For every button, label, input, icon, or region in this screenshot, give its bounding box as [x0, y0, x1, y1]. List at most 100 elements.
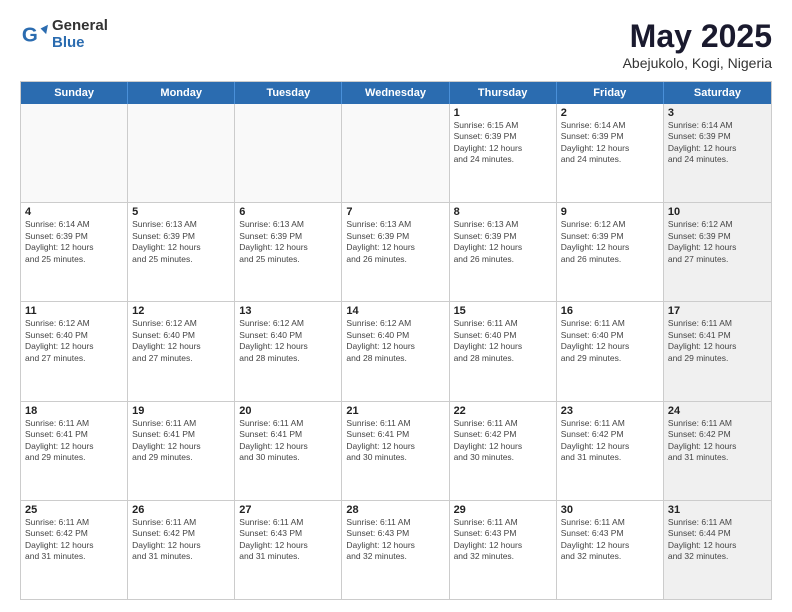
header-day-monday: Monday — [128, 82, 235, 104]
day-number: 7 — [346, 206, 444, 218]
cell-info: Sunrise: 6:11 AM Sunset: 6:41 PM Dayligh… — [668, 318, 767, 364]
header-day-wednesday: Wednesday — [342, 82, 449, 104]
cal-cell-empty-0 — [21, 104, 128, 202]
day-number: 2 — [561, 107, 659, 119]
cell-info: Sunrise: 6:13 AM Sunset: 6:39 PM Dayligh… — [239, 219, 337, 265]
cal-cell-26: 26Sunrise: 6:11 AM Sunset: 6:42 PM Dayli… — [128, 501, 235, 599]
calendar-row-1: 4Sunrise: 6:14 AM Sunset: 6:39 PM Daylig… — [21, 203, 771, 302]
cal-cell-24: 24Sunrise: 6:11 AM Sunset: 6:42 PM Dayli… — [664, 402, 771, 500]
cal-cell-22: 22Sunrise: 6:11 AM Sunset: 6:42 PM Dayli… — [450, 402, 557, 500]
cell-info: Sunrise: 6:13 AM Sunset: 6:39 PM Dayligh… — [132, 219, 230, 265]
day-number: 6 — [239, 206, 337, 218]
cell-info: Sunrise: 6:11 AM Sunset: 6:43 PM Dayligh… — [561, 517, 659, 563]
day-number: 23 — [561, 405, 659, 417]
title-section: May 2025 Abejukolo, Kogi, Nigeria — [623, 18, 772, 71]
cal-cell-16: 16Sunrise: 6:11 AM Sunset: 6:40 PM Dayli… — [557, 302, 664, 400]
cell-info: Sunrise: 6:14 AM Sunset: 6:39 PM Dayligh… — [668, 120, 767, 166]
cell-info: Sunrise: 6:12 AM Sunset: 6:39 PM Dayligh… — [561, 219, 659, 265]
cell-info: Sunrise: 6:12 AM Sunset: 6:40 PM Dayligh… — [25, 318, 123, 364]
logo-general-text: General — [52, 18, 108, 35]
day-number: 17 — [668, 305, 767, 317]
cal-cell-2: 2Sunrise: 6:14 AM Sunset: 6:39 PM Daylig… — [557, 104, 664, 202]
cal-cell-5: 5Sunrise: 6:13 AM Sunset: 6:39 PM Daylig… — [128, 203, 235, 301]
cal-cell-3: 3Sunrise: 6:14 AM Sunset: 6:39 PM Daylig… — [664, 104, 771, 202]
header-day-saturday: Saturday — [664, 82, 771, 104]
day-number: 21 — [346, 405, 444, 417]
cal-cell-11: 11Sunrise: 6:12 AM Sunset: 6:40 PM Dayli… — [21, 302, 128, 400]
logo-text: General Blue — [52, 18, 108, 51]
svg-text:G: G — [22, 23, 38, 46]
cell-info: Sunrise: 6:11 AM Sunset: 6:42 PM Dayligh… — [454, 418, 552, 464]
day-number: 20 — [239, 405, 337, 417]
cell-info: Sunrise: 6:14 AM Sunset: 6:39 PM Dayligh… — [25, 219, 123, 265]
day-number: 11 — [25, 305, 123, 317]
day-number: 5 — [132, 206, 230, 218]
calendar-row-4: 25Sunrise: 6:11 AM Sunset: 6:42 PM Dayli… — [21, 501, 771, 599]
cal-cell-17: 17Sunrise: 6:11 AM Sunset: 6:41 PM Dayli… — [664, 302, 771, 400]
cell-info: Sunrise: 6:11 AM Sunset: 6:41 PM Dayligh… — [25, 418, 123, 464]
day-number: 31 — [668, 504, 767, 516]
cal-cell-10: 10Sunrise: 6:12 AM Sunset: 6:39 PM Dayli… — [664, 203, 771, 301]
cal-cell-28: 28Sunrise: 6:11 AM Sunset: 6:43 PM Dayli… — [342, 501, 449, 599]
cell-info: Sunrise: 6:11 AM Sunset: 6:40 PM Dayligh… — [454, 318, 552, 364]
cell-info: Sunrise: 6:11 AM Sunset: 6:42 PM Dayligh… — [561, 418, 659, 464]
cal-cell-23: 23Sunrise: 6:11 AM Sunset: 6:42 PM Dayli… — [557, 402, 664, 500]
cal-cell-27: 27Sunrise: 6:11 AM Sunset: 6:43 PM Dayli… — [235, 501, 342, 599]
day-number: 3 — [668, 107, 767, 119]
cell-info: Sunrise: 6:11 AM Sunset: 6:41 PM Dayligh… — [239, 418, 337, 464]
month-title: May 2025 — [623, 18, 772, 55]
day-number: 16 — [561, 305, 659, 317]
day-number: 28 — [346, 504, 444, 516]
day-number: 30 — [561, 504, 659, 516]
header-day-friday: Friday — [557, 82, 664, 104]
cell-info: Sunrise: 6:15 AM Sunset: 6:39 PM Dayligh… — [454, 120, 552, 166]
cal-cell-31: 31Sunrise: 6:11 AM Sunset: 6:44 PM Dayli… — [664, 501, 771, 599]
logo-blue-text: Blue — [52, 35, 108, 52]
day-number: 4 — [25, 206, 123, 218]
header: G General Blue May 2025 Abejukolo, Kogi,… — [20, 18, 772, 71]
cal-cell-9: 9Sunrise: 6:12 AM Sunset: 6:39 PM Daylig… — [557, 203, 664, 301]
cell-info: Sunrise: 6:11 AM Sunset: 6:43 PM Dayligh… — [454, 517, 552, 563]
cal-cell-29: 29Sunrise: 6:11 AM Sunset: 6:43 PM Dayli… — [450, 501, 557, 599]
cell-info: Sunrise: 6:13 AM Sunset: 6:39 PM Dayligh… — [454, 219, 552, 265]
cal-cell-25: 25Sunrise: 6:11 AM Sunset: 6:42 PM Dayli… — [21, 501, 128, 599]
calendar-row-2: 11Sunrise: 6:12 AM Sunset: 6:40 PM Dayli… — [21, 302, 771, 401]
day-number: 27 — [239, 504, 337, 516]
cell-info: Sunrise: 6:11 AM Sunset: 6:41 PM Dayligh… — [346, 418, 444, 464]
day-number: 24 — [668, 405, 767, 417]
cal-cell-6: 6Sunrise: 6:13 AM Sunset: 6:39 PM Daylig… — [235, 203, 342, 301]
cal-cell-4: 4Sunrise: 6:14 AM Sunset: 6:39 PM Daylig… — [21, 203, 128, 301]
cell-info: Sunrise: 6:11 AM Sunset: 6:42 PM Dayligh… — [132, 517, 230, 563]
header-day-sunday: Sunday — [21, 82, 128, 104]
calendar-row-3: 18Sunrise: 6:11 AM Sunset: 6:41 PM Dayli… — [21, 402, 771, 501]
cal-cell-20: 20Sunrise: 6:11 AM Sunset: 6:41 PM Dayli… — [235, 402, 342, 500]
cal-cell-1: 1Sunrise: 6:15 AM Sunset: 6:39 PM Daylig… — [450, 104, 557, 202]
cell-info: Sunrise: 6:14 AM Sunset: 6:39 PM Dayligh… — [561, 120, 659, 166]
location: Abejukolo, Kogi, Nigeria — [623, 55, 772, 71]
day-number: 1 — [454, 107, 552, 119]
cal-cell-14: 14Sunrise: 6:12 AM Sunset: 6:40 PM Dayli… — [342, 302, 449, 400]
cal-cell-7: 7Sunrise: 6:13 AM Sunset: 6:39 PM Daylig… — [342, 203, 449, 301]
header-day-thursday: Thursday — [450, 82, 557, 104]
cal-cell-15: 15Sunrise: 6:11 AM Sunset: 6:40 PM Dayli… — [450, 302, 557, 400]
day-number: 15 — [454, 305, 552, 317]
cell-info: Sunrise: 6:13 AM Sunset: 6:39 PM Dayligh… — [346, 219, 444, 265]
day-number: 29 — [454, 504, 552, 516]
cal-cell-18: 18Sunrise: 6:11 AM Sunset: 6:41 PM Dayli… — [21, 402, 128, 500]
header-day-tuesday: Tuesday — [235, 82, 342, 104]
calendar-row-0: 1Sunrise: 6:15 AM Sunset: 6:39 PM Daylig… — [21, 104, 771, 203]
calendar-body: 1Sunrise: 6:15 AM Sunset: 6:39 PM Daylig… — [21, 104, 771, 599]
cal-cell-8: 8Sunrise: 6:13 AM Sunset: 6:39 PM Daylig… — [450, 203, 557, 301]
cal-cell-empty-1 — [128, 104, 235, 202]
day-number: 26 — [132, 504, 230, 516]
cal-cell-empty-2 — [235, 104, 342, 202]
cell-info: Sunrise: 6:11 AM Sunset: 6:42 PM Dayligh… — [25, 517, 123, 563]
cell-info: Sunrise: 6:11 AM Sunset: 6:41 PM Dayligh… — [132, 418, 230, 464]
day-number: 25 — [25, 504, 123, 516]
day-number: 18 — [25, 405, 123, 417]
cal-cell-30: 30Sunrise: 6:11 AM Sunset: 6:43 PM Dayli… — [557, 501, 664, 599]
cal-cell-19: 19Sunrise: 6:11 AM Sunset: 6:41 PM Dayli… — [128, 402, 235, 500]
cell-info: Sunrise: 6:11 AM Sunset: 6:43 PM Dayligh… — [239, 517, 337, 563]
cell-info: Sunrise: 6:12 AM Sunset: 6:40 PM Dayligh… — [132, 318, 230, 364]
cal-cell-21: 21Sunrise: 6:11 AM Sunset: 6:41 PM Dayli… — [342, 402, 449, 500]
